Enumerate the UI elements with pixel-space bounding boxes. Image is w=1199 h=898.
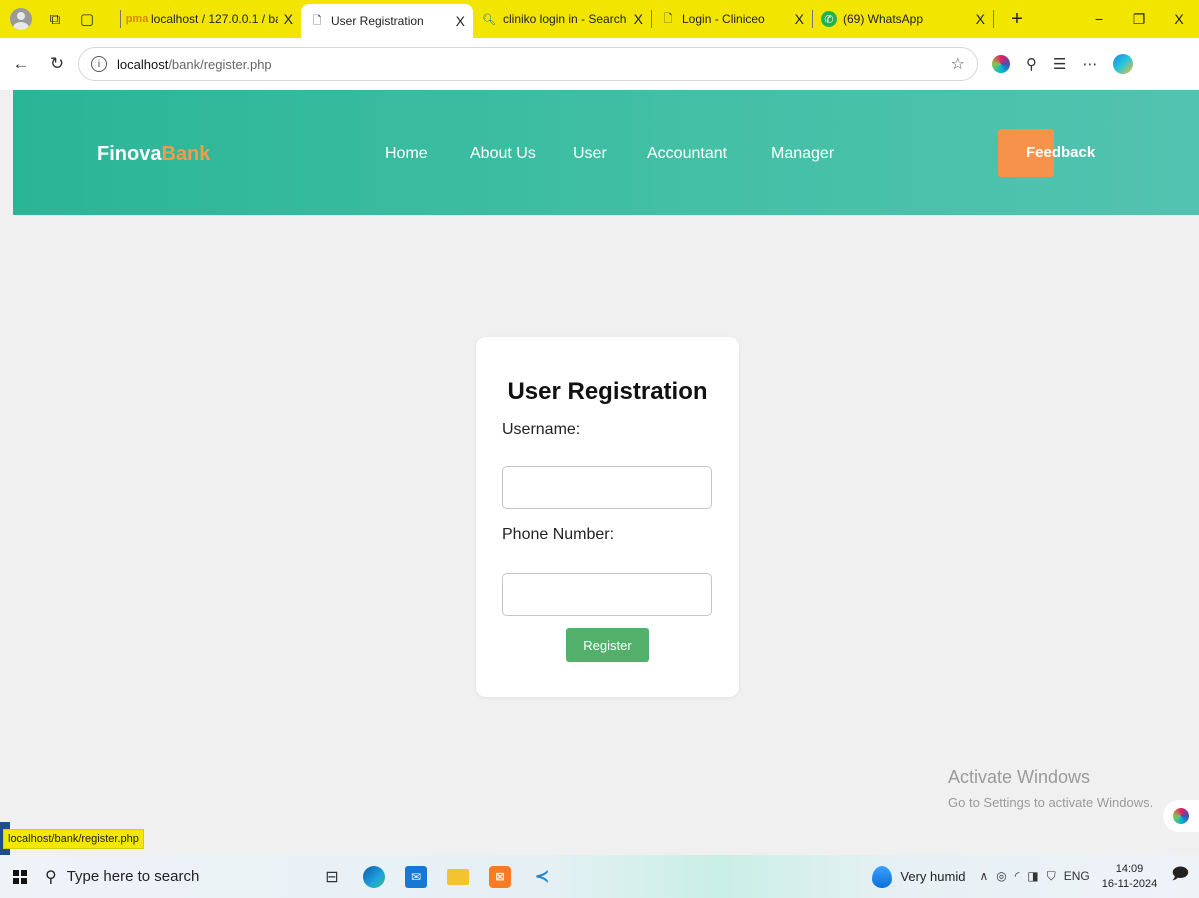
browser-tab-user-registration[interactable]: 🗋 User Registration X [301,4,473,38]
more-options-icon[interactable]: ⋯ [1082,55,1097,73]
copilot-icon[interactable] [1113,54,1134,74]
nav-link-home[interactable]: Home [385,145,428,163]
brain-extension-icon[interactable] [992,55,1010,73]
url-path: /bank/register.php [168,56,272,72]
browser-extensions: ⚲ ☰ ⋯ [992,54,1134,74]
task-view-icon[interactable]: ⊟ [321,866,343,888]
address-bar[interactable]: i localhost/bank/register.php ☆ [78,47,978,81]
close-tab-icon[interactable]: X [284,11,293,27]
site-logo[interactable]: FinovaBank [97,143,210,166]
logo-text-accent: Bank [161,143,211,165]
browser-tab-phpmyadmin[interactable]: pma localhost / 127.0.0.1 / bank X [121,4,301,34]
back-arrow-icon[interactable]: ← [6,54,36,74]
profile-avatar-icon[interactable] [10,8,32,30]
weather-text[interactable]: Very humid [900,869,965,884]
close-window-icon[interactable]: X [1159,11,1199,27]
favorite-star-icon[interactable]: ☆ [951,54,965,74]
taskbar-search-placeholder: Type here to search [66,868,200,885]
nav-link-manager[interactable]: Manager [771,145,834,163]
language-indicator[interactable]: ENG [1064,869,1090,884]
site-header: FinovaBank Home About Us User Accountant… [13,90,1199,215]
tab-actions-icon[interactable]: ▢ [78,10,96,28]
registration-card: User Registration Username: Phone Number… [476,337,739,697]
edge-browser-icon[interactable] [363,865,385,888]
tray-icons: ∧ ◎ ◜ ◨ ⛉ ENG [979,869,1089,884]
show-hidden-icons-chevron-icon[interactable]: ∧ [979,869,988,884]
taskbar-clock[interactable]: 14:09 16-11-2024 [1102,862,1157,892]
nav-link-accountant[interactable]: Accountant [647,145,727,163]
close-tab-icon[interactable]: X [795,11,804,27]
tab-title: Login - Cliniceo [682,12,765,26]
username-label: Username: [502,421,581,438]
search-icon: ⚲ [45,868,57,886]
browser-tab-whatsapp[interactable]: ✆ (69) WhatsApp X [813,4,993,34]
register-button[interactable]: Register [566,628,649,662]
favorites-list-icon[interactable]: ☰ [1053,55,1066,73]
close-tab-icon[interactable]: X [976,11,985,27]
tab-title: User Registration [331,14,424,28]
volume-icon[interactable]: ◨ [1027,869,1038,884]
tab-title: cliniko login in - Search [503,12,627,26]
username-input[interactable] [502,466,712,509]
weather-icon[interactable] [872,865,893,888]
notifications-icon[interactable]: 🗩 [1171,863,1189,890]
clock-time: 14:09 [1115,862,1144,875]
security-shield-icon[interactable]: ⛉ [1047,869,1056,884]
tab-separator [993,10,994,28]
close-tab-icon[interactable]: X [634,11,643,27]
phone-number-label: Phone Number: [502,526,615,543]
page-favicon-icon: 🗋 [663,12,673,25]
windows-start-icon[interactable] [13,869,27,884]
system-tray: Very humid ∧ ◎ ◜ ◨ ⛉ ENG 14:09 16-11-202… [872,855,1199,898]
phone-number-input[interactable] [502,573,712,616]
restore-icon[interactable]: ❐ [1119,11,1159,28]
extensions-puzzle-icon[interactable]: ⚲ [1026,55,1037,73]
browser-tab-search[interactable]: 🔍︎ cliniko login in - Search X [473,4,651,34]
windows-taskbar: ⚲ Type here to search ⊟ ✉ ⊠ ≺ Very humid… [0,855,1199,898]
taskbar-pinned-apps: ⊟ ✉ ⊠ ≺ [321,865,553,888]
clock-date: 16-11-2024 [1101,877,1158,890]
taskbar-search-box[interactable]: ⚲ Type here to search [45,855,295,898]
nav-link-user[interactable]: User [573,145,607,163]
refresh-icon[interactable]: ↻ [42,54,72,74]
browser-tab-login-cliniceo[interactable]: 🗋 Login - Cliniceo X [652,4,812,34]
activate-windows-subtitle: Go to Settings to activate Windows. [948,795,1154,810]
tab-title: (69) WhatsApp [843,12,924,26]
site-info-icon[interactable]: i [91,56,107,72]
file-explorer-icon[interactable] [447,868,469,885]
page-favicon-icon: 🗋 [312,14,322,27]
workspaces-icon[interactable]: ⧉ [46,11,64,28]
vscode-icon[interactable]: ≺ [531,866,553,888]
url-host: localhost [117,56,169,72]
whatsapp-favicon-icon: ✆ [821,11,837,27]
close-tab-icon[interactable]: X [456,13,465,29]
new-tab-plus-icon[interactable]: + [1002,8,1032,31]
search-favicon-icon: 🔍︎ [482,13,496,26]
phpmyadmin-favicon-icon: pma [125,13,149,25]
sidebar-brain-button[interactable] [1163,800,1199,832]
wifi-icon[interactable]: ◜ [1015,869,1020,884]
link-status-bar: localhost/bank/register.php [3,829,144,849]
browser-tab-strip: ⧉ ▢ pma localhost / 127.0.0.1 / bank X 🗋… [0,0,1199,38]
xampp-icon[interactable]: ⊠ [489,865,511,888]
window-controls: − ❐ X [1079,0,1199,38]
brain-icon [1173,808,1189,824]
browser-toolbar: ← ↻ i localhost/bank/register.php ☆ ⚲ ☰ … [0,38,1199,90]
activate-windows-title: Activate Windows [948,767,1091,787]
tab-strip-leading-controls: ⧉ ▢ [0,8,120,30]
feedback-label[interactable]: Feedback [1026,144,1095,161]
network-icon[interactable]: ◎ [996,869,1006,884]
minimize-icon[interactable]: − [1079,11,1119,27]
mail-icon[interactable]: ✉ [405,865,427,888]
tab-title: localhost / 127.0.0.1 / bank [151,12,278,26]
form-title: User Registration [507,378,708,405]
logo-text-primary: Finova [97,143,162,165]
nav-link-about-us[interactable]: About Us [470,145,536,163]
